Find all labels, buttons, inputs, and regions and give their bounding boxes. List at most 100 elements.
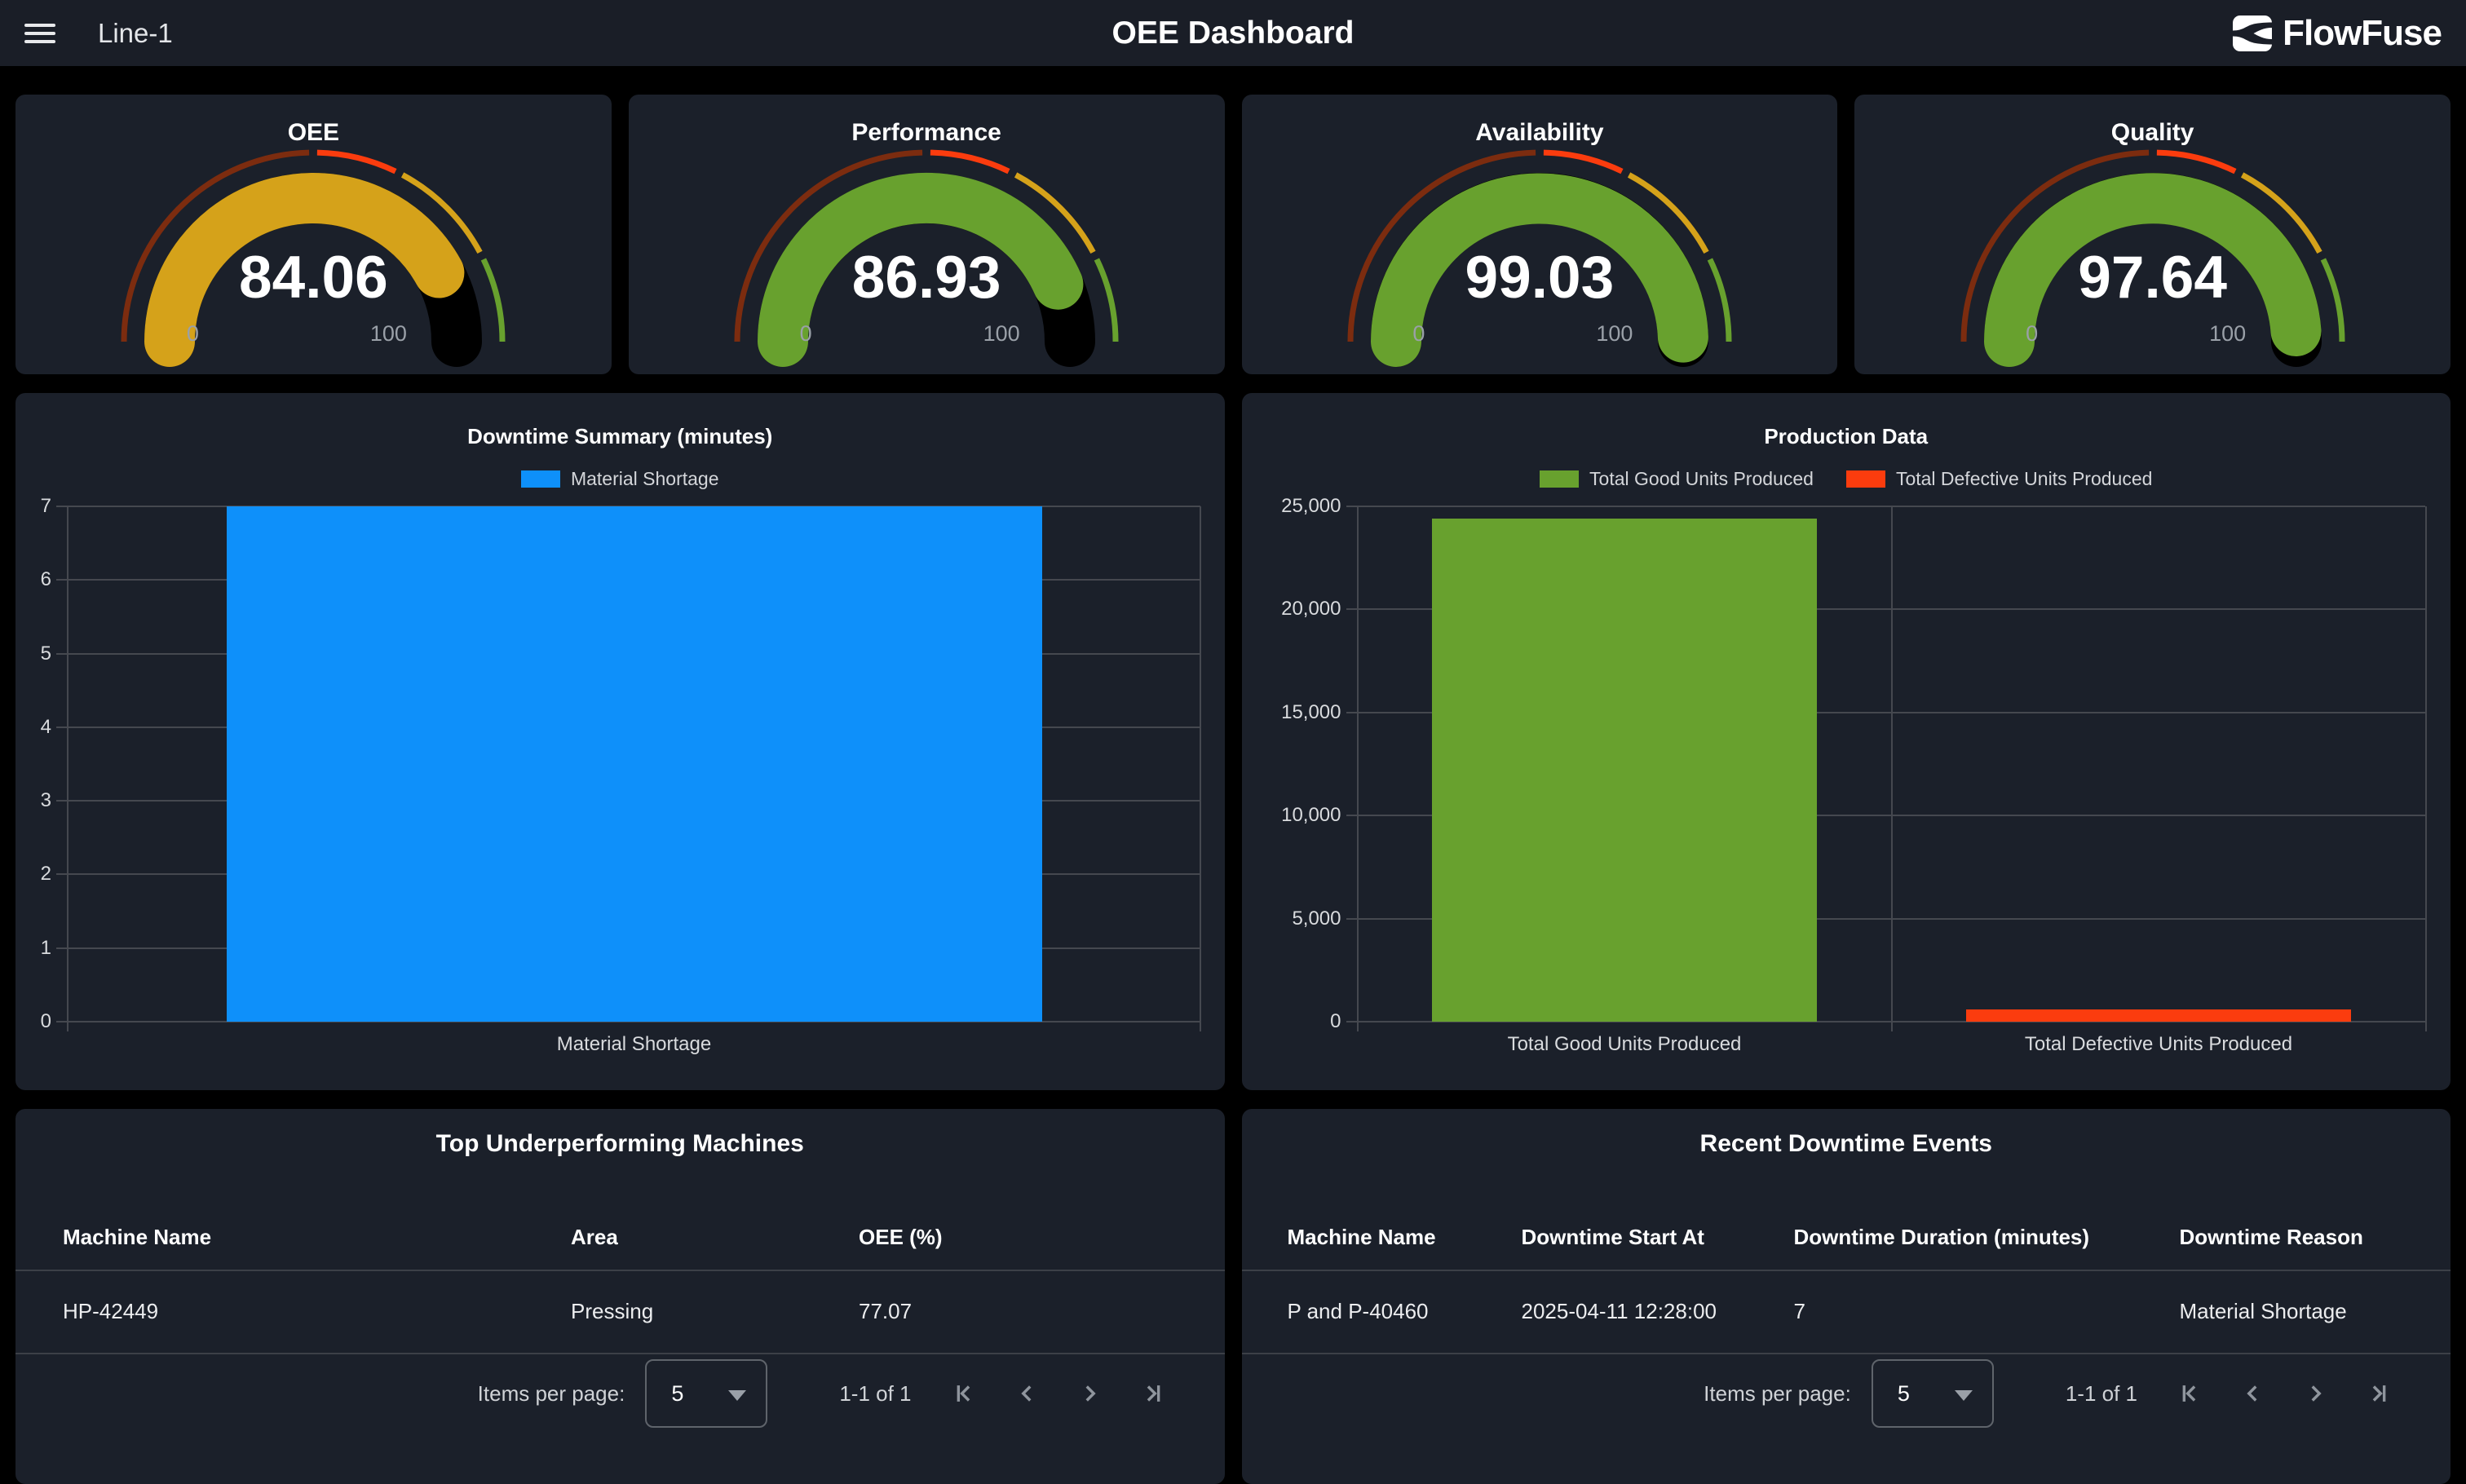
table-title: Recent Downtime Events [1242,1130,2451,1158]
y-tick-label: 15,000 [1281,699,1341,727]
gauge-title: Quality [1854,119,2451,147]
y-tick [56,506,68,507]
bar-chart-plot: 05,00010,00015,00020,00025,000Total Good… [1358,506,2426,1022]
legend-label: Total Good Units Produced [1589,468,1814,490]
items-per-page-value: 5 [1898,1381,1910,1407]
top-bar: Line-1 OEE Dashboard FlowFuse [0,0,2466,66]
chart-title: Production Data [1242,424,2451,449]
table-cell: P and P-40460 [1288,1299,1522,1324]
gauge-title: Performance [629,119,1225,147]
axis-line [1200,506,1201,1022]
x-tick [1891,1022,1893,1031]
table-cell: 2025-04-11 12:28:00 [1522,1299,1794,1324]
chart-title: Downtime Summary (minutes) [15,424,1225,449]
table-cell: Pressing [571,1299,859,1324]
last-page-icon[interactable] [2366,1380,2393,1407]
table-row: P and P-404602025-04-11 12:28:007Materia… [1242,1270,2451,1353]
production-data-chart: Production Data Total Good Units Produce… [1242,393,2451,1090]
y-tick-label: 10,000 [1281,802,1341,829]
gauge-min-label: 0 [187,321,199,347]
bar[interactable] [1432,519,1817,1022]
recent-downtime-events-table: Recent Downtime Events Machine Name Down… [1242,1109,2451,1484]
items-per-page-select[interactable]: 5 [1872,1359,1994,1428]
dropdown-caret-icon [728,1390,746,1401]
chart-legend: Total Good Units Produced Total Defectiv… [1242,468,2451,490]
x-category-label: Total Defective Units Produced [1892,1033,2426,1056]
x-tick [2425,1022,2427,1031]
items-per-page-label: Items per page: [1704,1381,1851,1407]
gauge-max-label: 100 [1596,321,1633,347]
legend-item[interactable]: Total Defective Units Produced [1846,468,2153,490]
page-title: OEE Dashboard [0,15,2466,51]
y-tick [56,1021,68,1022]
y-tick [1346,506,1358,507]
legend-label: Total Defective Units Produced [1896,468,2153,490]
chart-row: Downtime Summary (minutes) Material Shor… [15,393,2451,1090]
table-row: HP-42449Pressing77.07 [15,1270,1225,1353]
y-tick-label: 4 [41,713,51,741]
y-tick-label: 6 [41,566,51,594]
gauge-card-quality: Quality 97.64 0 100 [1854,95,2451,374]
table-pagination: Items per page: 5 1-1 of 1 [15,1353,1168,1434]
table-title: Top Underperforming Machines [15,1130,1225,1158]
y-tick [56,579,68,581]
gauge-max-label: 100 [2209,321,2246,347]
y-tick [56,873,68,875]
gauge-card-availability: Availability 99.03 0 100 [1242,95,1838,374]
axis-line [1891,506,1893,1022]
legend-item[interactable]: Total Good Units Produced [1540,468,1814,490]
top-underperforming-machines-table: Top Underperforming Machines Machine Nam… [15,1109,1225,1484]
brand-name: FlowFuse [2283,13,2442,54]
menu-icon[interactable] [24,24,55,43]
table-cell: 77.07 [859,1299,1225,1324]
gauge-max-label: 100 [983,321,1020,347]
legend-label: Material Shortage [571,468,719,490]
flowfuse-logo: FlowFuse [2233,13,2442,54]
table-cell: HP-42449 [63,1299,571,1324]
items-per-page-label: Items per page: [478,1381,625,1407]
next-page-icon[interactable] [1076,1380,1104,1407]
y-tick [1346,712,1358,713]
gauge-value: 99.03 [1242,244,1838,311]
axis-line [67,506,68,1022]
legend-swatch [1540,470,1579,488]
first-page-icon[interactable] [949,1380,977,1407]
x-tick [1357,1022,1359,1031]
y-tick [56,727,68,728]
legend-item[interactable]: Material Shortage [521,468,719,490]
legend-swatch [1846,470,1885,488]
legend-swatch [521,470,560,488]
chart-legend: Material Shortage [15,468,1225,490]
column-header: Downtime Reason [2180,1225,2451,1250]
prev-page-icon[interactable] [2238,1380,2266,1407]
dropdown-caret-icon [1955,1390,1973,1401]
column-header: Machine Name [1288,1225,1522,1250]
items-per-page-select[interactable]: 5 [645,1359,767,1428]
column-header: Area [571,1225,859,1250]
pagination-range: 1-1 of 1 [839,1381,911,1407]
pagination-range: 1-1 of 1 [2066,1381,2137,1407]
bar[interactable] [1966,1009,2351,1022]
y-tick-label: 2 [41,860,51,888]
table-row-section: Top Underperforming Machines Machine Nam… [15,1109,2451,1484]
y-tick-label: 1 [41,934,51,962]
gauge-value: 86.93 [629,244,1225,311]
table-pagination: Items per page: 5 1-1 of 1 [1242,1353,2394,1434]
first-page-icon[interactable] [2175,1380,2203,1407]
last-page-icon[interactable] [1140,1380,1168,1407]
x-tick [67,1022,68,1031]
table-cell: 7 [1794,1299,2180,1324]
y-tick [1346,815,1358,816]
gauge-title: Availability [1242,119,1838,147]
x-category-label: Total Good Units Produced [1358,1033,1892,1056]
y-tick-label: 25,000 [1281,492,1341,520]
gauge-card-performance: Performance 86.93 0 100 [629,95,1225,374]
prev-page-icon[interactable] [1013,1380,1041,1407]
next-page-icon[interactable] [2302,1380,2330,1407]
gauge-min-label: 0 [2026,321,2038,347]
y-tick [56,653,68,655]
bar[interactable] [227,506,1042,1022]
y-tick [1346,1021,1358,1022]
y-tick [1346,918,1358,920]
gauge-max-label: 100 [370,321,407,347]
